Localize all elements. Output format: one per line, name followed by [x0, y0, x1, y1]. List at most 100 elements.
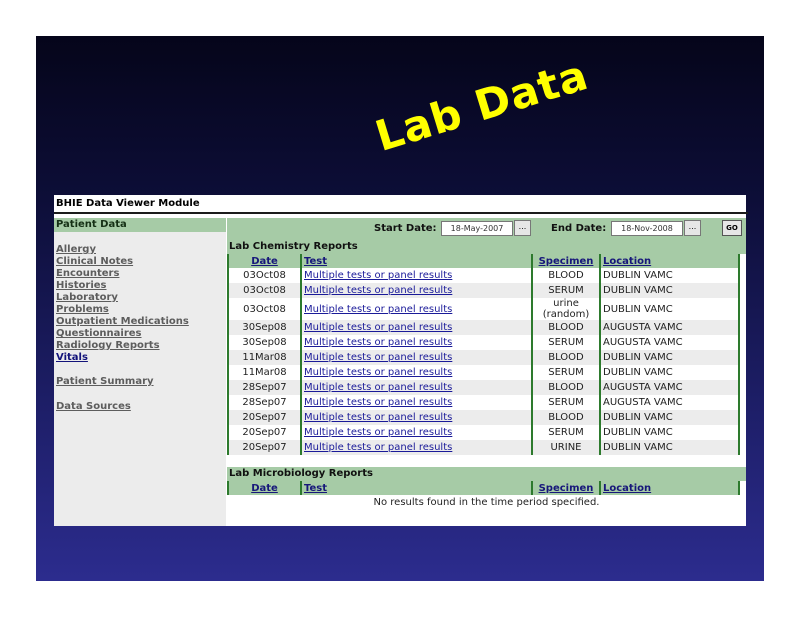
row-test-link[interactable]: Multiple tests or panel results	[300, 410, 532, 425]
sidebar-item-outpatient-medications[interactable]: Outpatient Medications	[56, 316, 189, 327]
row-date: 30Sep08	[227, 335, 301, 350]
chemistry-header-row: Date Test Specimen Location	[227, 254, 740, 268]
app-title: BHIE Data Viewer Module	[54, 195, 748, 214]
row-location: DUBLIN VAMC	[599, 440, 740, 455]
row-test-link[interactable]: Multiple tests or panel results	[300, 365, 532, 380]
row-location: AUGUSTA VAMC	[599, 335, 740, 350]
row-location: DUBLIN VAMC	[599, 350, 740, 365]
table-row: 03Oct08 Multiple tests or panel results …	[227, 298, 740, 320]
table-row: 03Oct08 Multiple tests or panel results …	[227, 283, 740, 298]
sidebar-item-problems[interactable]: Problems	[56, 304, 109, 315]
row-location: DUBLIN VAMC	[599, 268, 740, 283]
sidebar-item-encounters[interactable]: Encounters	[56, 268, 119, 279]
row-specimen: SERUM	[531, 395, 600, 410]
row-location: DUBLIN VAMC	[599, 365, 740, 380]
sidebar-item-data-sources[interactable]: Data Sources	[56, 401, 131, 412]
sidebar: Patient Data Allergy Clinical Notes Enco…	[54, 218, 226, 526]
row-specimen: SERUM	[531, 335, 600, 350]
row-test-link[interactable]: Multiple tests or panel results	[300, 298, 532, 320]
end-date-label: End Date:	[551, 223, 607, 234]
row-location: AUGUSTA VAMC	[599, 380, 740, 395]
row-location: DUBLIN VAMC	[599, 425, 740, 440]
start-date-label: Start Date:	[374, 223, 437, 234]
row-specimen: SERUM	[531, 365, 600, 380]
sidebar-item-questionnaires[interactable]: Questionnaires	[56, 328, 142, 339]
table-row: 20Sep07 Multiple tests or panel results …	[227, 440, 740, 455]
table-row: 20Sep07 Multiple tests or panel results …	[227, 410, 740, 425]
end-date-field[interactable]: 18-Nov-2008	[611, 221, 683, 236]
row-location: AUGUSTA VAMC	[599, 320, 740, 335]
column-header-specimen[interactable]: Specimen	[531, 481, 600, 495]
row-date: 28Sep07	[227, 380, 301, 395]
row-date: 11Mar08	[227, 365, 301, 380]
row-test-link[interactable]: Multiple tests or panel results	[300, 425, 532, 440]
table-row: 28Sep07 Multiple tests or panel results …	[227, 395, 740, 410]
microbiology-table: Date Test Specimen Location	[227, 481, 740, 495]
row-location: AUGUSTA VAMC	[599, 395, 740, 410]
row-date: 03Oct08	[227, 268, 301, 283]
start-date-field[interactable]: 18-May-2007	[441, 221, 513, 236]
row-specimen: BLOOD	[531, 380, 600, 395]
row-specimen: BLOOD	[531, 268, 600, 283]
row-specimen: SERUM	[531, 425, 600, 440]
row-location: DUBLIN VAMC	[599, 410, 740, 425]
row-date: 11Mar08	[227, 350, 301, 365]
column-header-specimen[interactable]: Specimen	[531, 254, 600, 268]
microbiology-header-row: Date Test Specimen Location	[227, 481, 740, 495]
column-header-date[interactable]: Date	[227, 481, 301, 495]
table-row: 30Sep08 Multiple tests or panel results …	[227, 335, 740, 350]
row-date: 28Sep07	[227, 395, 301, 410]
row-specimen: BLOOD	[531, 320, 600, 335]
column-header-location[interactable]: Location	[599, 254, 740, 268]
end-date-picker-button[interactable]: ...	[684, 220, 701, 236]
row-test-link[interactable]: Multiple tests or panel results	[300, 395, 532, 410]
date-filter-bar: Start Date: 18-May-2007 ... End Date: 18…	[227, 218, 746, 240]
row-specimen: SERUM	[531, 283, 600, 298]
column-header-date[interactable]: Date	[227, 254, 301, 268]
row-test-link[interactable]: Multiple tests or panel results	[300, 268, 532, 283]
row-specimen: BLOOD	[531, 410, 600, 425]
start-date-picker-button[interactable]: ...	[514, 220, 531, 236]
row-specimen: BLOOD	[531, 350, 600, 365]
go-button[interactable]: GO	[722, 220, 742, 236]
data-viewer-window: BHIE Data Viewer Module Patient Data All…	[54, 195, 748, 526]
column-header-test[interactable]: Test	[300, 481, 532, 495]
row-date: 20Sep07	[227, 425, 301, 440]
chemistry-section-title: Lab Chemistry Reports	[227, 240, 746, 254]
row-test-link[interactable]: Multiple tests or panel results	[300, 335, 532, 350]
table-row: 11Mar08 Multiple tests or panel results …	[227, 350, 740, 365]
table-row: 03Oct08 Multiple tests or panel results …	[227, 268, 740, 283]
sidebar-item-clinical-notes[interactable]: Clinical Notes	[56, 256, 133, 267]
no-results-message: No results found in the time period spec…	[373, 497, 600, 508]
chemistry-table: Date Test Specimen Location 03Oct08 Mult…	[227, 254, 740, 455]
row-location: DUBLIN VAMC	[599, 283, 740, 298]
sidebar-item-histories[interactable]: Histories	[56, 280, 107, 291]
sidebar-item-patient-summary[interactable]: Patient Summary	[56, 376, 154, 387]
row-date: 20Sep07	[227, 410, 301, 425]
sidebar-item-radiology-reports[interactable]: Radiology Reports	[56, 340, 160, 351]
column-header-test[interactable]: Test	[300, 254, 532, 268]
sidebar-item-laboratory[interactable]: Laboratory	[56, 292, 118, 303]
row-test-link[interactable]: Multiple tests or panel results	[300, 440, 532, 455]
row-test-link[interactable]: Multiple tests or panel results	[300, 283, 532, 298]
sidebar-item-vitals[interactable]: Vitals	[56, 352, 88, 363]
row-test-link[interactable]: Multiple tests or panel results	[300, 380, 532, 395]
row-date: 03Oct08	[227, 283, 301, 298]
row-location: DUBLIN VAMC	[599, 298, 740, 320]
row-test-link[interactable]: Multiple tests or panel results	[300, 320, 532, 335]
main-panel: Start Date: 18-May-2007 ... End Date: 18…	[227, 218, 746, 511]
microbiology-section-title: Lab Microbiology Reports	[227, 467, 746, 481]
table-row: 11Mar08 Multiple tests or panel results …	[227, 365, 740, 380]
table-row: 30Sep08 Multiple tests or panel results …	[227, 320, 740, 335]
row-test-link[interactable]: Multiple tests or panel results	[300, 350, 532, 365]
row-date: 30Sep08	[227, 320, 301, 335]
row-date: 20Sep07	[227, 440, 301, 455]
sidebar-header: Patient Data	[54, 218, 226, 232]
row-date: 03Oct08	[227, 298, 301, 320]
row-specimen: URINE	[531, 440, 600, 455]
column-header-location[interactable]: Location	[599, 481, 740, 495]
table-row: 20Sep07 Multiple tests or panel results …	[227, 425, 740, 440]
sidebar-item-allergy[interactable]: Allergy	[56, 244, 96, 255]
table-row: 28Sep07 Multiple tests or panel results …	[227, 380, 740, 395]
